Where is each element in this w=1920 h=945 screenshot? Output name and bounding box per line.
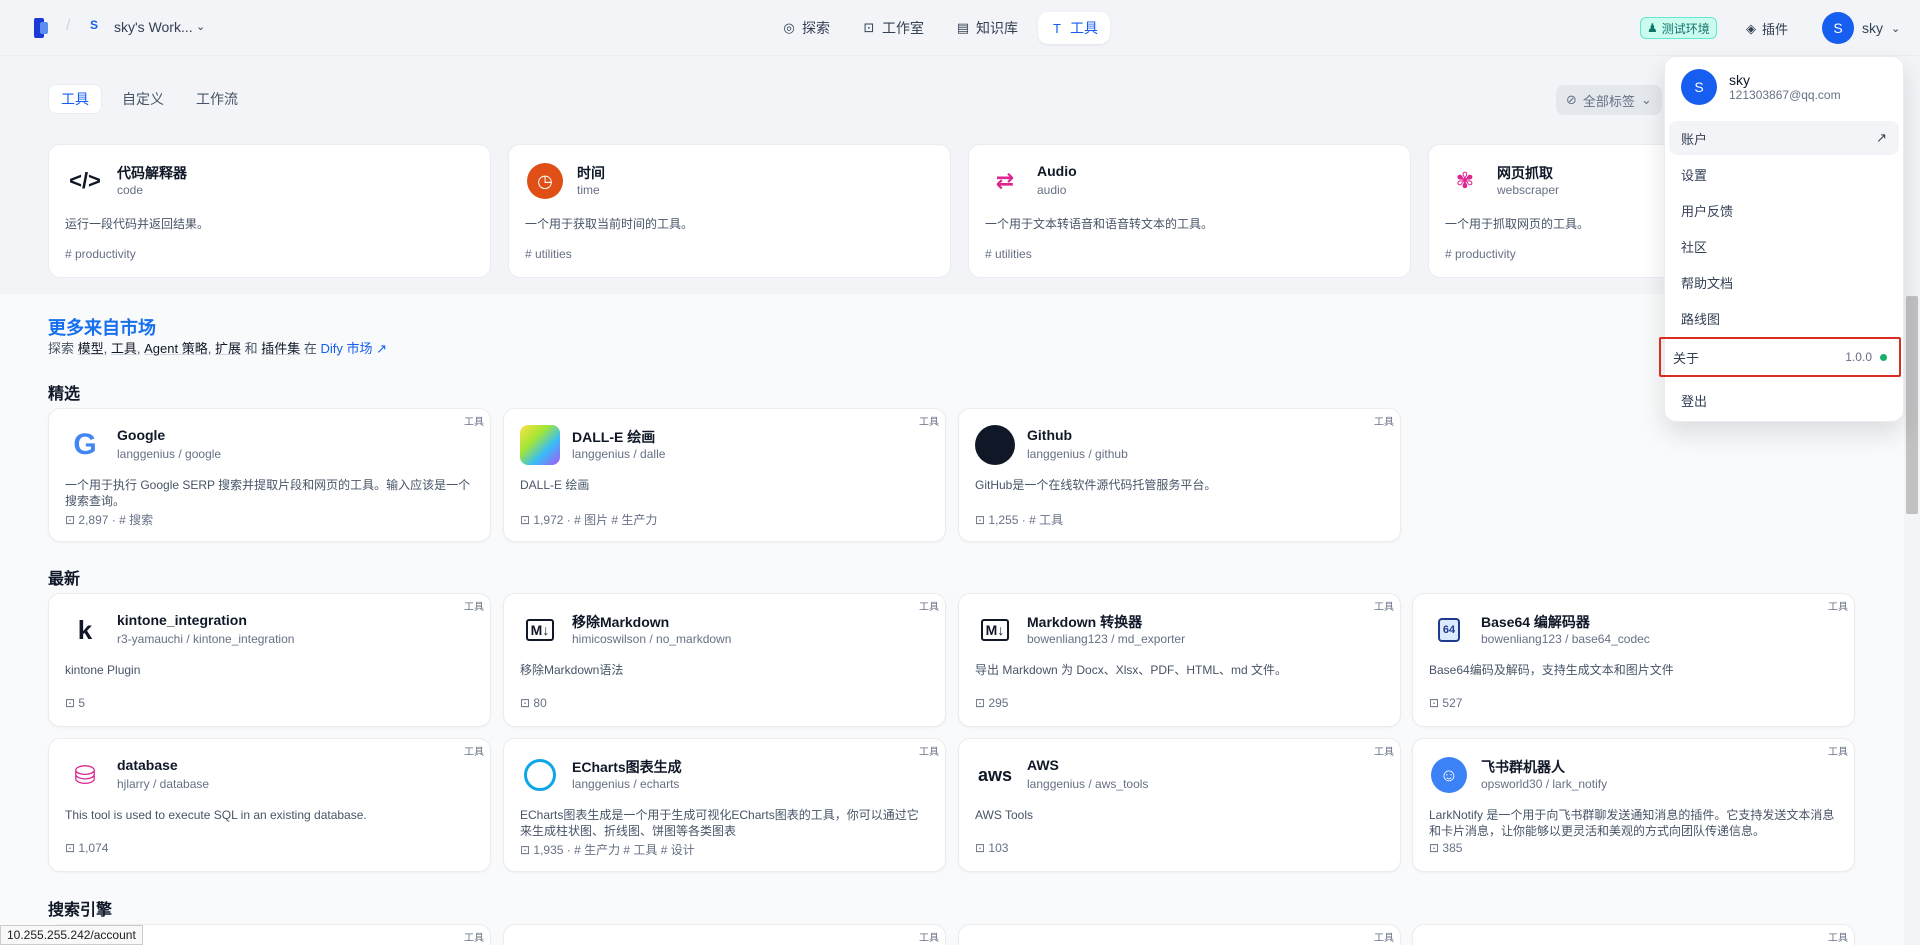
web-icon: ✾ xyxy=(1455,168,1475,193)
env-badge: ♟ 测试环境 xyxy=(1640,17,1717,39)
plugin-card[interactable]: 工具 G Google langgenius / google 一个用于执行 G… xyxy=(48,408,491,542)
nav-knowledge[interactable]: ▤ 知识库 xyxy=(944,12,1030,44)
plugin-card[interactable]: 工具 aws AWS langgenius / aws_tools AWS To… xyxy=(958,738,1401,872)
menu-item-roadmap[interactable]: 路线图 xyxy=(1669,301,1899,335)
tab-workflow[interactable]: 工作流 xyxy=(184,84,250,114)
nav-studio[interactable]: ⊡ 工作室 xyxy=(850,12,936,44)
user-dropdown-menu: S sky 121303867@qq.com 账户 ↗ 设置 用户反馈 社区 帮助… xyxy=(1659,56,1904,422)
section-search-engines: 搜索引擎 xyxy=(48,902,113,919)
tab-custom[interactable]: 自定义 xyxy=(110,84,176,114)
plugin-card[interactable]: 工具 Github langgenius / github GitHub是一个在… xyxy=(958,408,1401,542)
plugin-card[interactable]: 工具 DALL-E 绘画 langgenius / dalle DALL-E 绘… xyxy=(503,408,946,542)
base64-icon: 64 xyxy=(1429,610,1469,650)
plugin-card[interactable]: 工具 xyxy=(503,924,946,945)
kintone-icon: k xyxy=(77,614,93,645)
avatar: S xyxy=(1681,69,1717,105)
status-dot xyxy=(1880,354,1887,361)
chevron-down-icon[interactable]: ⌄ xyxy=(196,20,205,33)
breadcrumb-separator: / xyxy=(66,17,71,34)
tool-card[interactable]: ⇄ Audio audio 一个用于文本转语音和语音转文本的工具。 # util… xyxy=(968,144,1411,278)
user-icon: ♟ xyxy=(1647,21,1658,35)
markdown-icon: M↓ xyxy=(520,610,560,650)
explore-icon: ◎ xyxy=(783,20,795,35)
google-icon: G xyxy=(73,428,97,461)
version-label: 1.0.0 xyxy=(1845,350,1872,364)
dify-logo-icon[interactable] xyxy=(34,18,52,38)
workspace-badge: S xyxy=(90,18,99,32)
external-link-icon: ↗ xyxy=(1876,130,1887,145)
status-bar-url: 10.255.255.242/account xyxy=(0,925,143,945)
nav-explore[interactable]: ◎ 探索 xyxy=(770,12,842,44)
tool-tabs: 工具 自定义 工作流 xyxy=(48,84,250,114)
section-featured: 精选 xyxy=(48,386,81,403)
plugin-card[interactable]: 工具 k kintone_integration r3-yamauchi / k… xyxy=(48,593,491,727)
dalle-icon xyxy=(520,425,560,465)
plugins-link[interactable]: ◈ 插件 xyxy=(1746,19,1788,38)
menu-item-about[interactable]: 关于 1.0.0 xyxy=(1659,337,1901,377)
avatar: S xyxy=(1822,12,1854,44)
audio-icon: ⇄ xyxy=(995,168,1015,193)
echarts-icon xyxy=(520,755,560,795)
aws-icon: aws xyxy=(977,764,1013,785)
robot-icon: ⊡ xyxy=(863,20,875,35)
plugin-card[interactable]: 工具 ☺ 飞书群机器人 opsworld30 / lark_notify Lar… xyxy=(1412,738,1855,872)
marketplace-desc: 探索 模型, 工具, Agent 策略, 扩展 和 插件集 在 Dify 市场 … xyxy=(48,341,388,356)
tag-filter[interactable]: ⊘ 全部标签 ⌄ xyxy=(1556,85,1662,115)
tool-icon: T xyxy=(1053,20,1061,36)
cube-icon: ◈ xyxy=(1746,20,1756,36)
plugin-card[interactable]: 工具 64 Base64 编解码器 bowenliang123 / base64… xyxy=(1412,593,1855,727)
dropdown-user-info: S sky 121303867@qq.com xyxy=(1681,69,1841,105)
chevron-down-icon: ⌄ xyxy=(1640,92,1652,107)
plugin-card[interactable]: 工具 M↓ Markdown 转换器 bowenliang123 / md_ex… xyxy=(958,593,1401,727)
user-name: sky xyxy=(1862,20,1883,36)
nav-tools[interactable]: T 工具 xyxy=(1038,12,1110,44)
marketplace-title: 更多来自市场 xyxy=(48,318,156,338)
code-icon: </> xyxy=(69,168,101,193)
tool-card[interactable]: </> 代码解释器 code 运行一段代码并返回结果。 # productivi… xyxy=(48,144,491,278)
database-icon: ⛁ xyxy=(74,759,96,790)
tab-tools[interactable]: 工具 xyxy=(48,84,102,114)
plugin-card[interactable]: 工具 ECharts图表生成 langgenius / echarts ECha… xyxy=(503,738,946,872)
menu-item-community[interactable]: 社区 xyxy=(1669,229,1899,263)
plugin-card[interactable]: 工具 xyxy=(958,924,1401,945)
section-latest: 最新 xyxy=(48,571,81,588)
plugin-card[interactable]: 工具 M↓ 移除Markdown himicoswilson / no_mark… xyxy=(503,593,946,727)
user-menu-button[interactable]: S sky ⌄ xyxy=(1822,12,1900,44)
scrollbar[interactable] xyxy=(1906,296,1918,514)
chevron-down-icon: ⌄ xyxy=(1891,22,1901,35)
dify-market-link[interactable]: Dify 市场 ↗ xyxy=(321,341,388,356)
lark-bot-icon: ☺ xyxy=(1429,755,1469,795)
book-icon: ▤ xyxy=(956,20,970,35)
top-header: / S sky's Work... ⌄ ◎ 探索 ⊡ 工作室 ▤ 知识库 T 工具 ♟ 测… xyxy=(0,0,1920,56)
menu-item-docs[interactable]: 帮助文档 xyxy=(1669,265,1899,299)
menu-item-settings[interactable]: 设置 xyxy=(1669,157,1899,191)
tag-icon: ⊘ xyxy=(1566,92,1577,107)
plugin-card[interactable]: 工具 xyxy=(1412,924,1855,945)
main-nav: ◎ 探索 ⊡ 工作室 ▤ 知识库 T 工具 xyxy=(770,12,1110,44)
clock-icon: ◷ xyxy=(525,161,565,201)
menu-item-logout[interactable]: 登出 xyxy=(1669,383,1899,417)
menu-item-account[interactable]: 账户 ↗ xyxy=(1669,121,1899,155)
plugin-card[interactable]: 工具 ⛁ database hjlarry / database This to… xyxy=(48,738,491,872)
tool-card[interactable]: ◷ 时间 time 一个用于获取当前时间的工具。 # utilities xyxy=(508,144,951,278)
markdown-icon: M↓ xyxy=(975,610,1015,650)
menu-item-feedback[interactable]: 用户反馈 xyxy=(1669,193,1899,227)
github-icon xyxy=(975,425,1015,465)
workspace-name[interactable]: sky's Work... xyxy=(114,19,193,35)
